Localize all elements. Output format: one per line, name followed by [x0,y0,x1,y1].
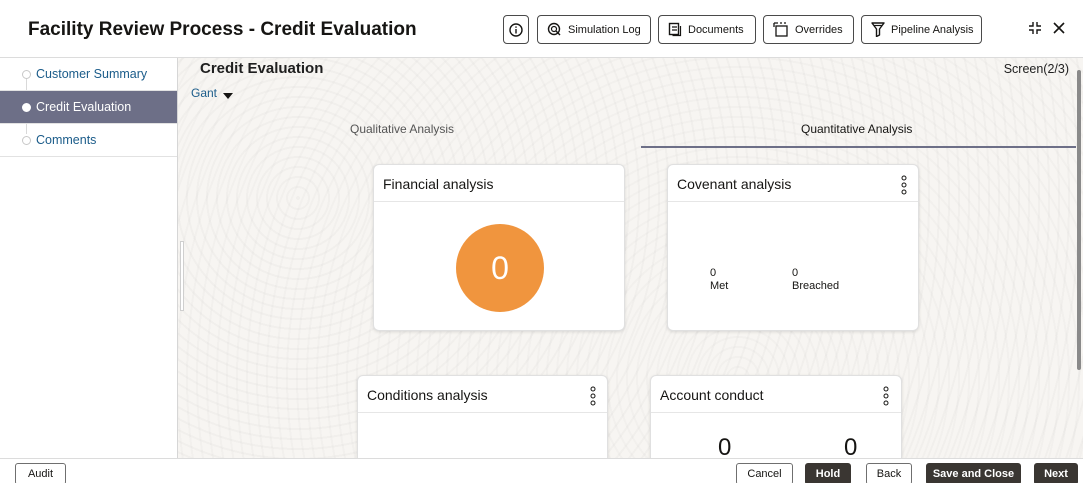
card-divider [668,201,918,202]
card-title: Financial analysis [383,176,494,192]
screen-indicator: Screen(2/3) [1003,62,1069,76]
caret-down-icon [223,92,234,99]
card-title: Covenant analysis [677,176,792,192]
sidebar-item-label: Credit Evaluation [36,100,132,114]
pipeline-analysis-button[interactable]: Pipeline Analysis [861,15,982,44]
next-button[interactable]: Next [1034,463,1078,483]
back-button[interactable]: Back [866,463,912,483]
card-title: Conditions analysis [367,387,488,403]
card-title: Account conduct [660,387,764,403]
sidebar: Customer Summary Credit Evaluation Comme… [0,58,178,458]
header: Facility Review Process - Credit Evaluat… [0,0,1083,58]
sidebar-item-comments[interactable]: Comments [0,124,177,157]
info-button[interactable] [503,15,529,44]
tab-selected-indicator [641,146,1076,148]
documents-icon [668,22,682,37]
vertical-scrollbar[interactable] [1076,58,1083,458]
met-metric: 0 Met [710,267,728,293]
sidebar-item-customer-summary[interactable]: Customer Summary [0,58,177,91]
hold-button[interactable]: Hold [805,463,851,483]
footer: Audit Cancel Hold Back Save and Close Ne… [0,458,1083,483]
conditions-analysis-card: Conditions analysis [357,375,608,458]
save-and-close-button[interactable]: Save and Close [926,463,1021,483]
page-title: Facility Review Process - Credit Evaluat… [28,19,417,40]
breached-label: Breached [792,280,840,292]
filter-icon [871,22,885,37]
card-divider [651,412,901,413]
documents-label: Documents [688,23,744,36]
overrides-icon [773,21,788,37]
account-value-right: 0 [844,434,858,458]
step-dot-icon [22,103,31,112]
tab-quantitative-analysis[interactable]: Quantitative Analysis [801,122,912,136]
met-value: 0 [710,267,717,279]
tab-qualitative-analysis[interactable]: Qualitative Analysis [350,122,454,136]
section-title: Credit Evaluation [200,60,324,77]
covenant-analysis-card: Covenant analysis 0 Met 0 Breached [667,164,919,331]
kebab-menu-icon[interactable] [881,385,891,407]
close-icon[interactable] [1051,20,1067,36]
account-value-left: 0 [718,434,732,458]
step-dot-icon [22,70,31,79]
gant-label: Gant [191,86,218,100]
minimize-icon[interactable] [1027,20,1043,36]
simulation-log-button[interactable]: Simulation Log [537,15,651,44]
met-label: Met [710,280,729,292]
scrollbar-thumb[interactable] [1077,70,1081,370]
sidebar-item-credit-evaluation[interactable]: Credit Evaluation [0,91,177,124]
sidebar-item-label: Comments [36,133,97,147]
financial-score-bubble: 0 [456,224,544,312]
gant-dropdown[interactable]: Gant [191,86,234,100]
overrides-button[interactable]: Overrides [763,15,854,44]
main-content: Credit Evaluation Screen(2/3) Gant Quali… [178,58,1083,458]
info-icon [509,22,523,37]
breached-metric: 0 Breached [792,267,839,293]
breached-value: 0 [792,267,799,279]
card-divider [358,412,607,413]
pipeline-analysis-label: Pipeline Analysis [891,23,974,36]
panel-splitter[interactable] [180,241,184,311]
sidebar-item-label: Customer Summary [36,67,148,81]
simulation-log-label: Simulation Log [568,23,641,36]
simulation-icon [547,22,561,36]
step-dot-icon [22,136,31,145]
overrides-label: Overrides [795,23,843,36]
kebab-menu-icon[interactable] [899,174,909,196]
audit-button[interactable]: Audit [15,463,66,483]
kebab-menu-icon[interactable] [588,385,598,407]
account-conduct-card: Account conduct 0 0 [650,375,902,458]
financial-analysis-card: Financial analysis 0 [373,164,625,331]
documents-button[interactable]: Documents [658,15,756,44]
cancel-button[interactable]: Cancel [736,463,793,483]
card-divider [374,201,624,202]
